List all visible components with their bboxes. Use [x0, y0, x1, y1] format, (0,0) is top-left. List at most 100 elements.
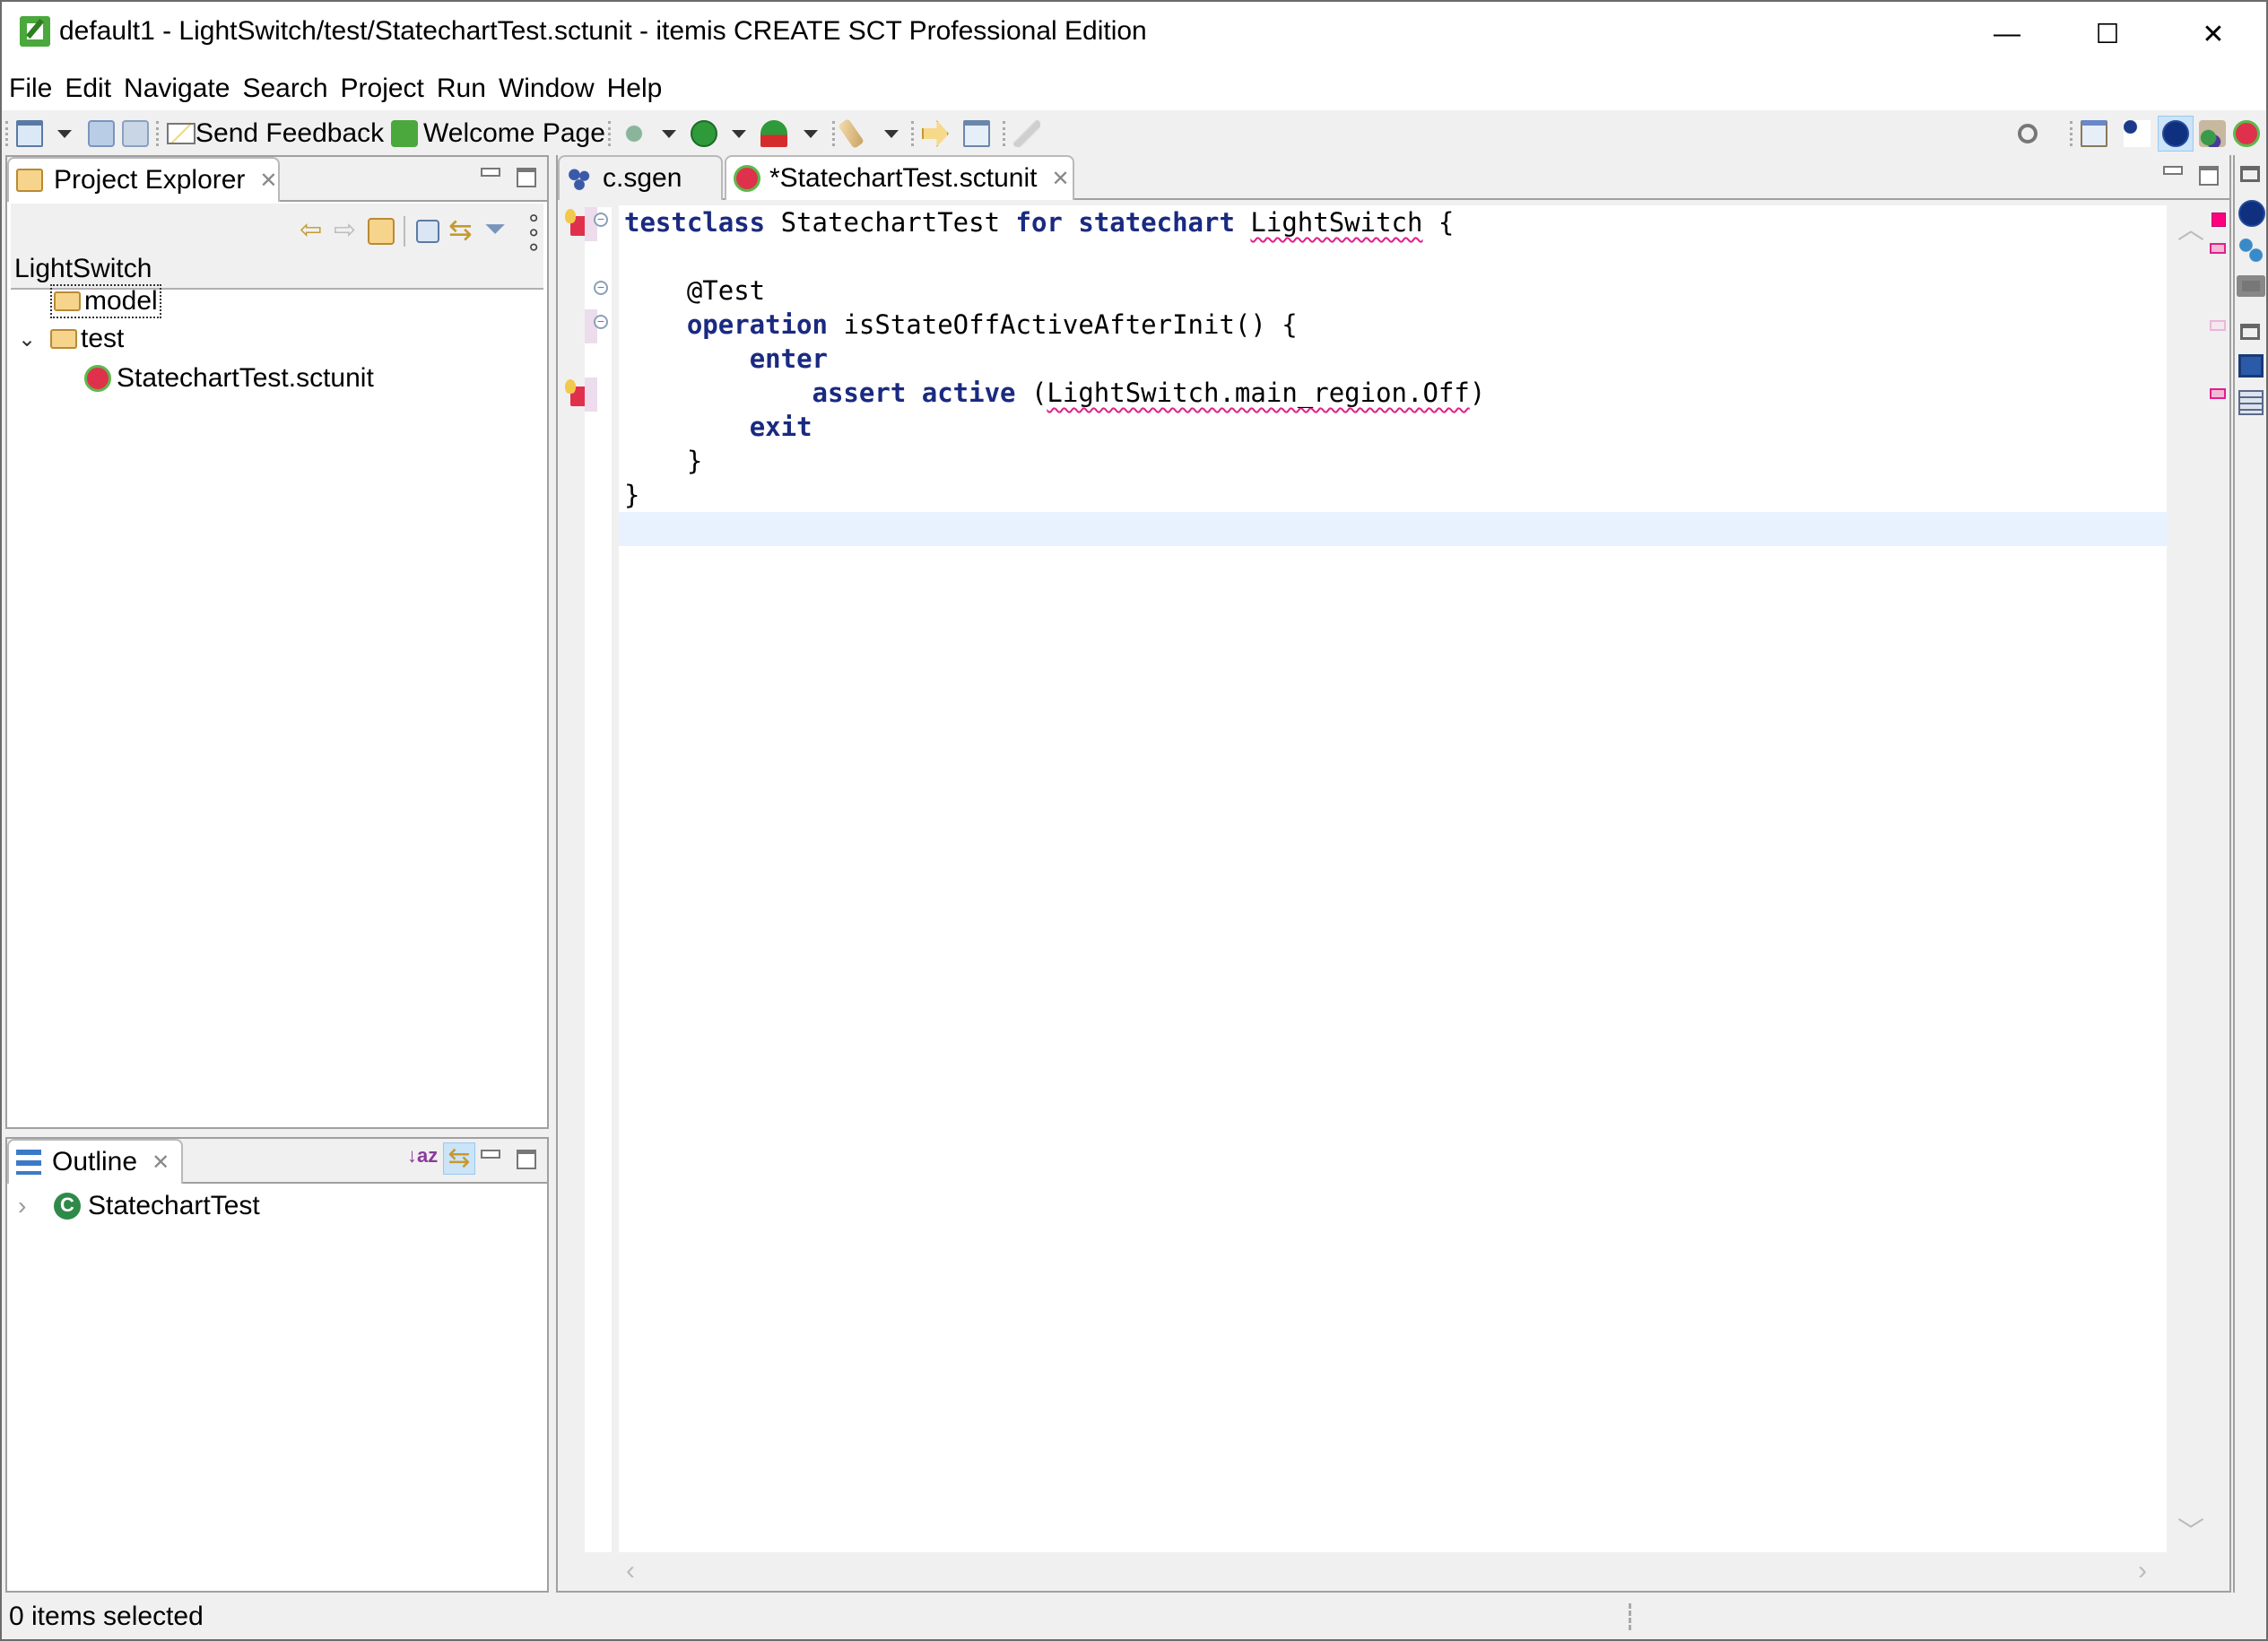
debug-dropdown[interactable]: [662, 130, 676, 138]
overview-ruler[interactable]: [2208, 207, 2231, 1552]
new-wizard-dropdown[interactable]: [57, 130, 72, 138]
view-menu-icon[interactable]: ∘∘∘: [520, 211, 548, 255]
chevron-down-icon[interactable]: ⌄: [18, 326, 50, 352]
fold-collapse-icon[interactable]: −: [594, 281, 608, 295]
scroll-left-icon[interactable]: ‹: [626, 1556, 635, 1586]
minimize-icon: —: [1994, 19, 2020, 48]
overview-error-mark[interactable]: [2210, 243, 2226, 254]
open-perspective-button[interactable]: [2081, 119, 2107, 148]
send-feedback-button[interactable]: Send Feedback: [167, 118, 384, 148]
sctunit-perspective-icon: [2233, 120, 2260, 147]
debug-button[interactable]: [621, 119, 647, 148]
maximize-view-button[interactable]: [517, 168, 536, 187]
statechart-perspective-button[interactable]: [2124, 119, 2151, 148]
menu-run[interactable]: Run: [437, 74, 486, 104]
code-line-3: @Test: [624, 275, 766, 306]
edit-disabled-button[interactable]: [1013, 119, 1040, 148]
filter-icon[interactable]: ⏷: [484, 214, 506, 245]
next-annotation-icon: [922, 120, 949, 147]
link-with-editor-icon[interactable]: ⇆: [443, 1142, 475, 1175]
forward-icon[interactable]: ⇨: [334, 214, 356, 246]
scroll-up-icon[interactable]: ︿: [2177, 207, 2204, 247]
tab-c-sgen[interactable]: c.sgen: [558, 155, 723, 200]
error-reference: LightSwitch: [1250, 207, 1423, 238]
punctuation: {: [1422, 207, 1455, 238]
new-wizard-icon: [16, 120, 43, 147]
back-icon[interactable]: ⇦: [300, 214, 322, 246]
link-with-editor-icon[interactable]: ⇆: [448, 213, 473, 247]
run-icon: [691, 120, 717, 147]
scroll-down-icon[interactable]: ﹀: [2177, 1509, 2204, 1549]
close-tab-icon[interactable]: ✕: [1051, 166, 1069, 192]
outline-item-statecharttest[interactable]: › C StatechartTest: [18, 1191, 260, 1221]
pin-editor-button[interactable]: [963, 119, 990, 148]
menu-navigate[interactable]: Navigate: [124, 74, 230, 104]
code-line-8: }: [624, 446, 703, 476]
overview-error-mark[interactable]: [2210, 388, 2226, 399]
tree-item-model[interactable]: model: [50, 284, 161, 318]
breakpoints-view-icon[interactable]: [2238, 238, 2264, 263]
run-button[interactable]: [691, 119, 717, 148]
scroll-right-icon[interactable]: ›: [2138, 1556, 2147, 1586]
menu-window[interactable]: Window: [499, 74, 595, 104]
welcome-page-label: Welcome Page: [423, 118, 605, 148]
statechart-perspective-icon: [2124, 120, 2151, 147]
run-external-tools-dropdown[interactable]: [804, 130, 818, 138]
simulation-perspective-button[interactable]: [2158, 116, 2194, 152]
overview-change-mark[interactable]: [2210, 320, 2226, 331]
restore-icon[interactable]: [2240, 166, 2260, 182]
tree-item-statecharttest-sctunit[interactable]: StatechartTest.sctunit: [84, 363, 374, 394]
fold-collapse-icon[interactable]: −: [594, 315, 608, 329]
search-button[interactable]: [2018, 119, 2038, 148]
outline-icon: [16, 1150, 41, 1175]
generate-button[interactable]: [838, 117, 865, 150]
menu-file[interactable]: File: [9, 74, 52, 104]
run-external-tools-button[interactable]: [760, 119, 787, 148]
console-view-icon[interactable]: [2238, 354, 2264, 378]
generate-dropdown[interactable]: [884, 130, 899, 138]
close-tab-icon[interactable]: ✕: [152, 1150, 169, 1176]
java-perspective-button[interactable]: [2199, 119, 2226, 148]
menu-help[interactable]: Help: [607, 74, 663, 104]
sort-icon[interactable]: ↓az: [407, 1144, 438, 1168]
save-all-button[interactable]: [122, 119, 149, 148]
maximize-editor-button[interactable]: [2199, 166, 2219, 186]
menu-edit[interactable]: Edit: [65, 74, 111, 104]
tab-outline[interactable]: Outline ✕: [7, 1139, 183, 1184]
snapshots-view-icon[interactable]: [2237, 275, 2265, 297]
restore-icon[interactable]: [2240, 324, 2260, 340]
code-line-5: enter: [624, 342, 828, 376]
error-summary-icon[interactable]: [2212, 213, 2226, 227]
simulation-view-icon[interactable]: [2238, 200, 2265, 227]
save-button[interactable]: [88, 119, 115, 148]
close-button[interactable]: ✕: [2163, 2, 2264, 66]
close-tab-icon[interactable]: ✕: [259, 168, 277, 194]
sctunit-perspective-button[interactable]: [2233, 119, 2260, 148]
tab-project-explorer[interactable]: Project Explorer ✕: [7, 157, 280, 202]
maximize-view-button[interactable]: [517, 1150, 536, 1169]
code-editor[interactable]: testclass StatechartTest for statechart …: [619, 205, 2167, 1552]
minimize-view-button[interactable]: [481, 1150, 500, 1159]
minimize-button[interactable]: —: [1957, 2, 2057, 66]
tree-item-test[interactable]: ⌄ test: [18, 324, 124, 354]
menu-search[interactable]: Search: [242, 74, 327, 104]
new-wizard-button[interactable]: [16, 119, 43, 148]
minimize-editor-button[interactable]: [2163, 166, 2183, 175]
run-dropdown[interactable]: [732, 130, 746, 138]
chevron-right-icon[interactable]: ›: [18, 1192, 54, 1220]
toolbar-separator: [5, 121, 8, 146]
fold-collapse-icon[interactable]: −: [594, 213, 608, 227]
maximize-button[interactable]: ☐: [2057, 2, 2158, 66]
up-folder-icon[interactable]: [368, 218, 395, 245]
generate-icon: [838, 117, 865, 150]
tab-statecharttest-sctunit[interactable]: *StatechartTest.sctunit ✕: [725, 155, 1074, 200]
menu-project[interactable]: Project: [341, 74, 424, 104]
breadcrumb-root[interactable]: LightSwitch: [14, 254, 152, 284]
collapse-all-icon[interactable]: [416, 220, 439, 243]
welcome-page-button[interactable]: Welcome Page: [391, 118, 605, 148]
minimize-view-button[interactable]: [481, 168, 500, 177]
next-annotation-button[interactable]: [922, 119, 949, 148]
properties-view-icon[interactable]: [2238, 390, 2264, 415]
